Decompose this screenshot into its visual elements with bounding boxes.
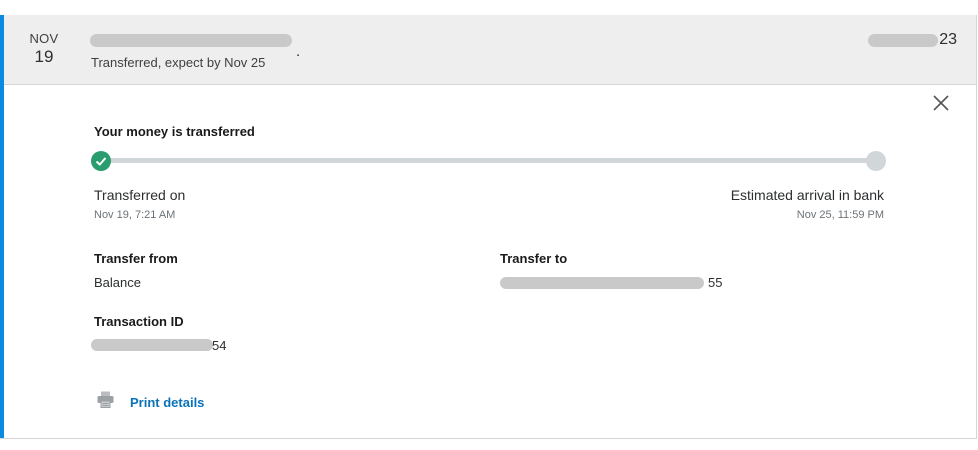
recipient-name-tail: . [296,43,301,60]
redacted-recipient-name [90,34,292,47]
date-month: NOV [29,31,59,46]
redacted-amount [868,34,938,47]
redacted-transaction-id [91,339,213,351]
printer-icon [96,390,115,414]
close-icon[interactable] [930,92,952,114]
transaction-id-tail: 54 [212,338,227,353]
pending-step-marker [866,151,886,171]
transaction-summary-row[interactable]: NOV 19 . Transferred, expect by Nov 25 2… [4,15,976,85]
transfer-to-label: Transfer to [500,251,568,266]
print-details-label: Print details [130,394,205,410]
redacted-bank-account [500,277,704,289]
transfer-to-value-tail: 55 [708,275,723,290]
print-details-button[interactable]: Print details [96,390,204,414]
date-day: 19 [34,47,54,66]
transfer-progress-track [100,158,876,163]
transaction-id-label: Transaction ID [94,314,184,329]
transfer-status-title: Your money is transferred [94,124,255,139]
transaction-card: NOV 19 . Transferred, expect by Nov 25 2… [0,15,977,439]
estimated-arrival-label: Estimated arrival in bank [730,187,884,203]
transfer-from-label: Transfer from [94,251,178,266]
transferred-on-time: Nov 19, 7:21 AM [94,209,176,221]
amount-tail: 23 [939,31,957,48]
transferred-on-label: Transferred on [94,187,186,203]
transaction-status-text: Transferred, expect by Nov 25 [91,55,266,70]
transaction-date: NOV 19 [24,31,64,67]
transfer-from-value: Balance [94,275,141,290]
check-icon [91,151,111,171]
estimated-arrival-time: Nov 25, 11:59 PM [796,209,884,221]
